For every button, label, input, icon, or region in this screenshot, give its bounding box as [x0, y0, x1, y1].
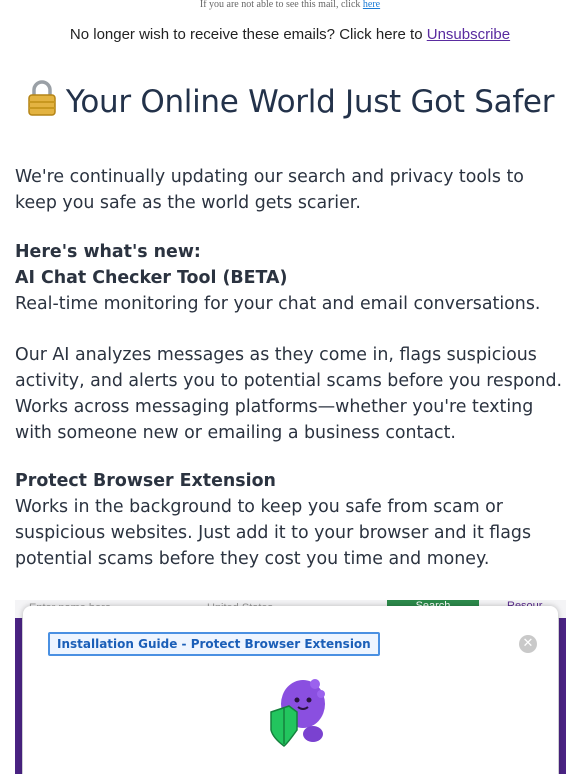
extension-screenshot: Enter name here United States Search Res…	[15, 600, 566, 774]
unsubscribe-text: No longer wish to receive these emails? …	[69, 26, 423, 43]
hero-title: Your Online World Just Got Safer	[65, 84, 555, 120]
feature2-body: Works in the background to keep you safe…	[15, 497, 532, 569]
installation-modal: Installation Guide - Protect Browser Ext…	[23, 606, 558, 774]
feature2-title: Protect Browser Extension	[15, 471, 276, 491]
unsubscribe-link[interactable]: Unsubscribe	[427, 26, 510, 43]
feature1-title: AI Chat Checker Tool (BETA)	[15, 268, 288, 288]
whats-new-heading: Here's what's new:	[15, 242, 201, 262]
feature1-subtitle: Real-time monitoring for your chat and e…	[15, 294, 541, 314]
screenshot-side-left	[15, 618, 22, 774]
modal-title-pill: Installation Guide - Protect Browser Ext…	[48, 632, 380, 656]
feature1-body: Our AI analyzes messages as they come in…	[15, 345, 563, 443]
lock-icon	[26, 80, 58, 124]
shield-mascot-icon	[261, 674, 333, 754]
view-online-text: If you are not able to see this mail, cl…	[199, 0, 361, 10]
view-online-link[interactable]: here	[363, 0, 380, 10]
hero-heading: Your Online World Just Got Safer	[0, 80, 580, 124]
intro-paragraph: We're continually updating our search an…	[15, 167, 524, 213]
view-online-note: If you are not able to see this mail, cl…	[0, 0, 580, 10]
screenshot-side-right	[559, 618, 566, 774]
unsubscribe-line: No longer wish to receive these emails? …	[0, 26, 580, 43]
close-icon: ✕	[519, 635, 537, 653]
